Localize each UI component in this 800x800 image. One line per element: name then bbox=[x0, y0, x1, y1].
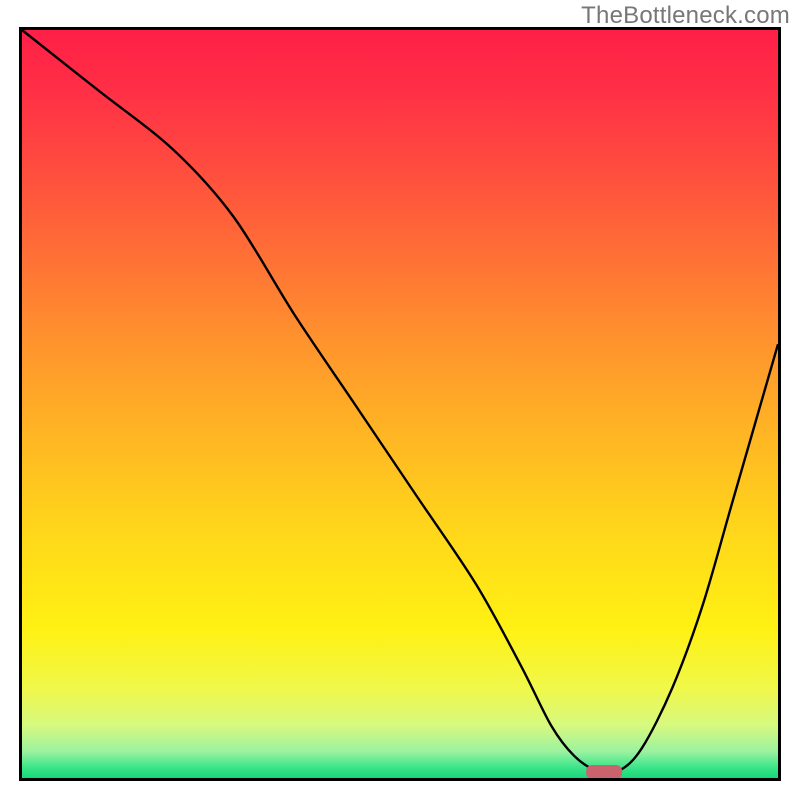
optimal-marker bbox=[586, 765, 622, 779]
plot-border bbox=[19, 27, 22, 781]
watermark-label: TheBottleneck.com bbox=[581, 2, 790, 30]
plot-border bbox=[778, 27, 781, 781]
plot-border bbox=[19, 778, 781, 781]
gradient-background bbox=[22, 30, 778, 778]
chart-frame: TheBottleneck.com bbox=[0, 0, 800, 800]
bottleneck-curve-chart bbox=[0, 0, 800, 800]
